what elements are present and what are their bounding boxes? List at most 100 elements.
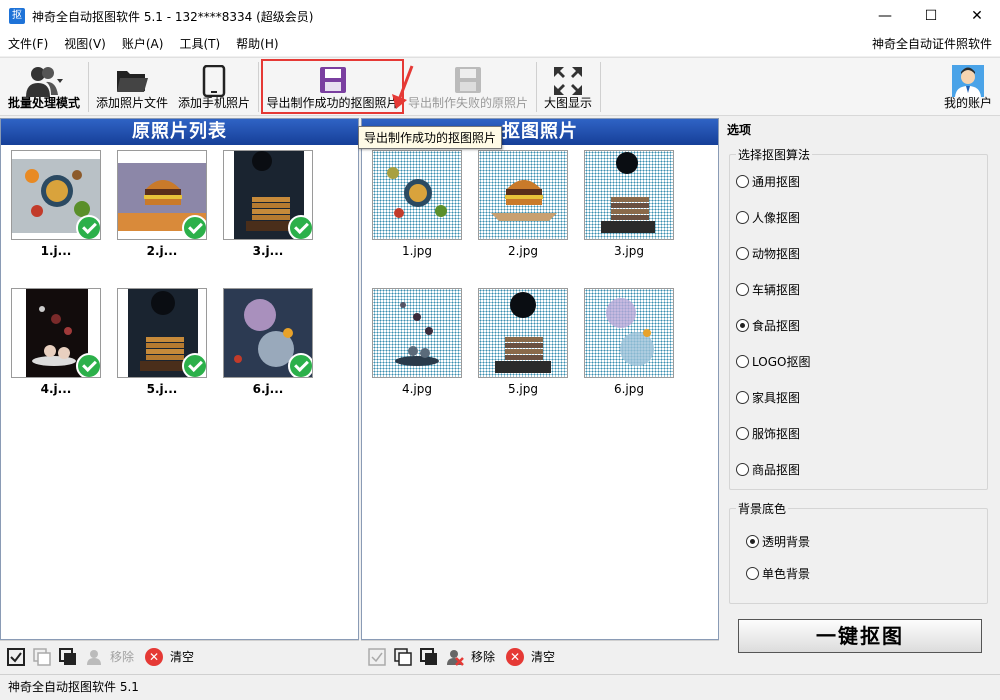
cutout-thumbnail[interactable] [372, 150, 462, 240]
algo-vehicle-radio[interactable]: 车辆抠图 [736, 281, 800, 298]
cutout-thumbnail[interactable] [478, 150, 568, 240]
menu-file[interactable]: 文件(F) [0, 32, 56, 56]
menu-bar: 文件(F) 视图(V) 账户(A) 工具(T) 帮助(H) 神奇全自动证件照软件 [0, 32, 1000, 56]
menu-account[interactable]: 账户(A) [114, 32, 172, 56]
radio-label: LOGO抠图 [752, 355, 811, 369]
cutout-thumbnail[interactable] [584, 288, 674, 378]
minimize-button[interactable]: — [862, 0, 908, 32]
menu-help[interactable]: 帮助(H) [228, 32, 286, 56]
remove-user-icon [445, 647, 465, 667]
list-item[interactable]: 2.j... [117, 150, 207, 258]
id-photo-software-link[interactable]: 神奇全自动证件照软件 [872, 32, 992, 56]
original-photo-header: 原照片列表 [1, 119, 358, 145]
drinks-cutout-image [606, 298, 654, 366]
dessert-cutout-image [395, 302, 439, 366]
uncheck-icon[interactable] [393, 647, 413, 667]
menu-tools[interactable]: 工具(T) [171, 32, 228, 56]
users-icon [26, 67, 63, 97]
success-check-icon [76, 215, 100, 239]
export-failed-button[interactable]: 导出制作失败的原照片 [406, 61, 530, 115]
photo-thumbnail[interactable] [11, 150, 101, 240]
clear-button[interactable]: 清空 [531, 648, 555, 665]
list-item[interactable]: 4.jpg [372, 288, 462, 396]
original-photo-panel: 原照片列表 1.j... 2.j... 3.j... 4.j... 5.j...… [0, 118, 359, 640]
photo-thumbnail[interactable] [11, 288, 101, 378]
clear-icon: ✕ [505, 647, 525, 667]
radio-circle-icon [736, 355, 749, 368]
photo-thumbnail[interactable] [117, 150, 207, 240]
list-item[interactable]: 6.jpg [584, 288, 674, 396]
check-all-disabled-icon[interactable] [367, 647, 387, 667]
algo-animal-radio[interactable]: 动物抠图 [736, 245, 800, 262]
success-check-icon [288, 353, 312, 377]
file-name: 2.jpg [507, 244, 539, 258]
file-name: 6.j... [252, 382, 284, 396]
radio-label: 透明背景 [762, 535, 811, 549]
uncheck-icon[interactable] [32, 647, 52, 667]
add-phone-photo-button[interactable]: 添加手机照片 [176, 61, 252, 115]
bg-transparent-radio[interactable]: 透明背景 [746, 533, 810, 550]
add-photo-file-label: 添加照片文件 [95, 96, 168, 110]
remove-button[interactable]: 移除 [110, 648, 134, 665]
algo-logo-radio[interactable]: LOGO抠图 [736, 353, 810, 370]
radio-checked-icon [746, 535, 759, 548]
list-item[interactable]: 6.j... [223, 288, 313, 396]
bg-solid-radio[interactable]: 单色背景 [746, 565, 810, 582]
radio-label: 车辆抠图 [752, 283, 801, 297]
radio-checked-icon [736, 319, 749, 332]
algo-portrait-radio[interactable]: 人像抠图 [736, 209, 800, 226]
radio-label: 家具抠图 [752, 391, 801, 405]
remove-button[interactable]: 移除 [471, 648, 495, 665]
radio-circle-icon [736, 463, 749, 476]
maximize-button[interactable]: ☐ [908, 0, 954, 32]
file-name: 4.j... [40, 382, 72, 396]
folder-icon [117, 71, 148, 92]
menu-view[interactable]: 视图(V) [56, 32, 114, 56]
file-name: 5.j... [146, 382, 178, 396]
cutout-thumbnail[interactable] [372, 288, 462, 378]
invert-select-icon[interactable] [419, 647, 439, 667]
burger-cutout-image [491, 180, 557, 221]
user-avatar-icon [952, 65, 984, 97]
photo-thumbnail[interactable] [223, 150, 313, 240]
invert-select-icon[interactable] [58, 647, 78, 667]
list-item[interactable]: 3.jpg [584, 150, 674, 258]
cutout-thumbnail[interactable] [584, 150, 674, 240]
photo-thumbnail[interactable] [223, 288, 313, 378]
list-item[interactable]: 3.j... [223, 150, 313, 258]
list-item[interactable]: 5.j... [117, 288, 207, 396]
clear-button[interactable]: 清空 [170, 648, 194, 665]
list-item[interactable]: 4.j... [11, 288, 101, 396]
list-item[interactable]: 1.j... [11, 150, 101, 258]
food-bowl-cutout-image [387, 167, 447, 218]
radio-circle-icon [746, 567, 759, 580]
list-item[interactable]: 2.jpg [478, 150, 568, 258]
remove-disabled-icon [84, 647, 104, 667]
close-button[interactable]: ✕ [954, 0, 1000, 32]
background-group-title: 背景底色 [736, 500, 789, 517]
batch-mode-button[interactable]: 批量处理模式 [6, 61, 82, 115]
cutout-thumbnail[interactable] [478, 288, 568, 378]
file-name: 3.jpg [613, 244, 645, 258]
one-click-cutout-button[interactable]: 一键抠图 [738, 619, 982, 653]
check-all-icon[interactable] [6, 647, 26, 667]
big-view-button[interactable]: 大图显示 [540, 61, 596, 115]
radio-label: 通用抠图 [752, 175, 801, 189]
algo-food-radio[interactable]: 食品抠图 [736, 317, 800, 334]
add-photo-file-button[interactable]: 添加照片文件 [94, 61, 170, 115]
fullscreen-icon [554, 67, 582, 95]
window-title: 神奇全自动抠图软件 5.1 - 132****8334 (超级会员) [32, 9, 314, 24]
algo-clothing-radio[interactable]: 服饰抠图 [736, 425, 800, 442]
my-account-button[interactable]: 我的账户 [940, 61, 996, 115]
algo-furniture-radio[interactable]: 家具抠图 [736, 389, 800, 406]
algo-product-radio[interactable]: 商品抠图 [736, 461, 800, 478]
algo-general-radio[interactable]: 通用抠图 [736, 173, 800, 190]
success-check-icon [288, 215, 312, 239]
title-bar: 抠 神奇全自动抠图软件 5.1 - 132****8334 (超级会员) — ☐… [0, 0, 1000, 32]
list-item[interactable]: 1.jpg [372, 150, 462, 258]
list-item[interactable]: 5.jpg [478, 288, 568, 396]
radio-label: 服饰抠图 [752, 427, 801, 441]
toolbar: 批量处理模式 添加照片文件 添加手机照片 导出制作成功的抠图照片 导出制作失败的… [0, 57, 1000, 116]
photo-thumbnail[interactable] [117, 288, 207, 378]
radio-circle-icon [736, 211, 749, 224]
